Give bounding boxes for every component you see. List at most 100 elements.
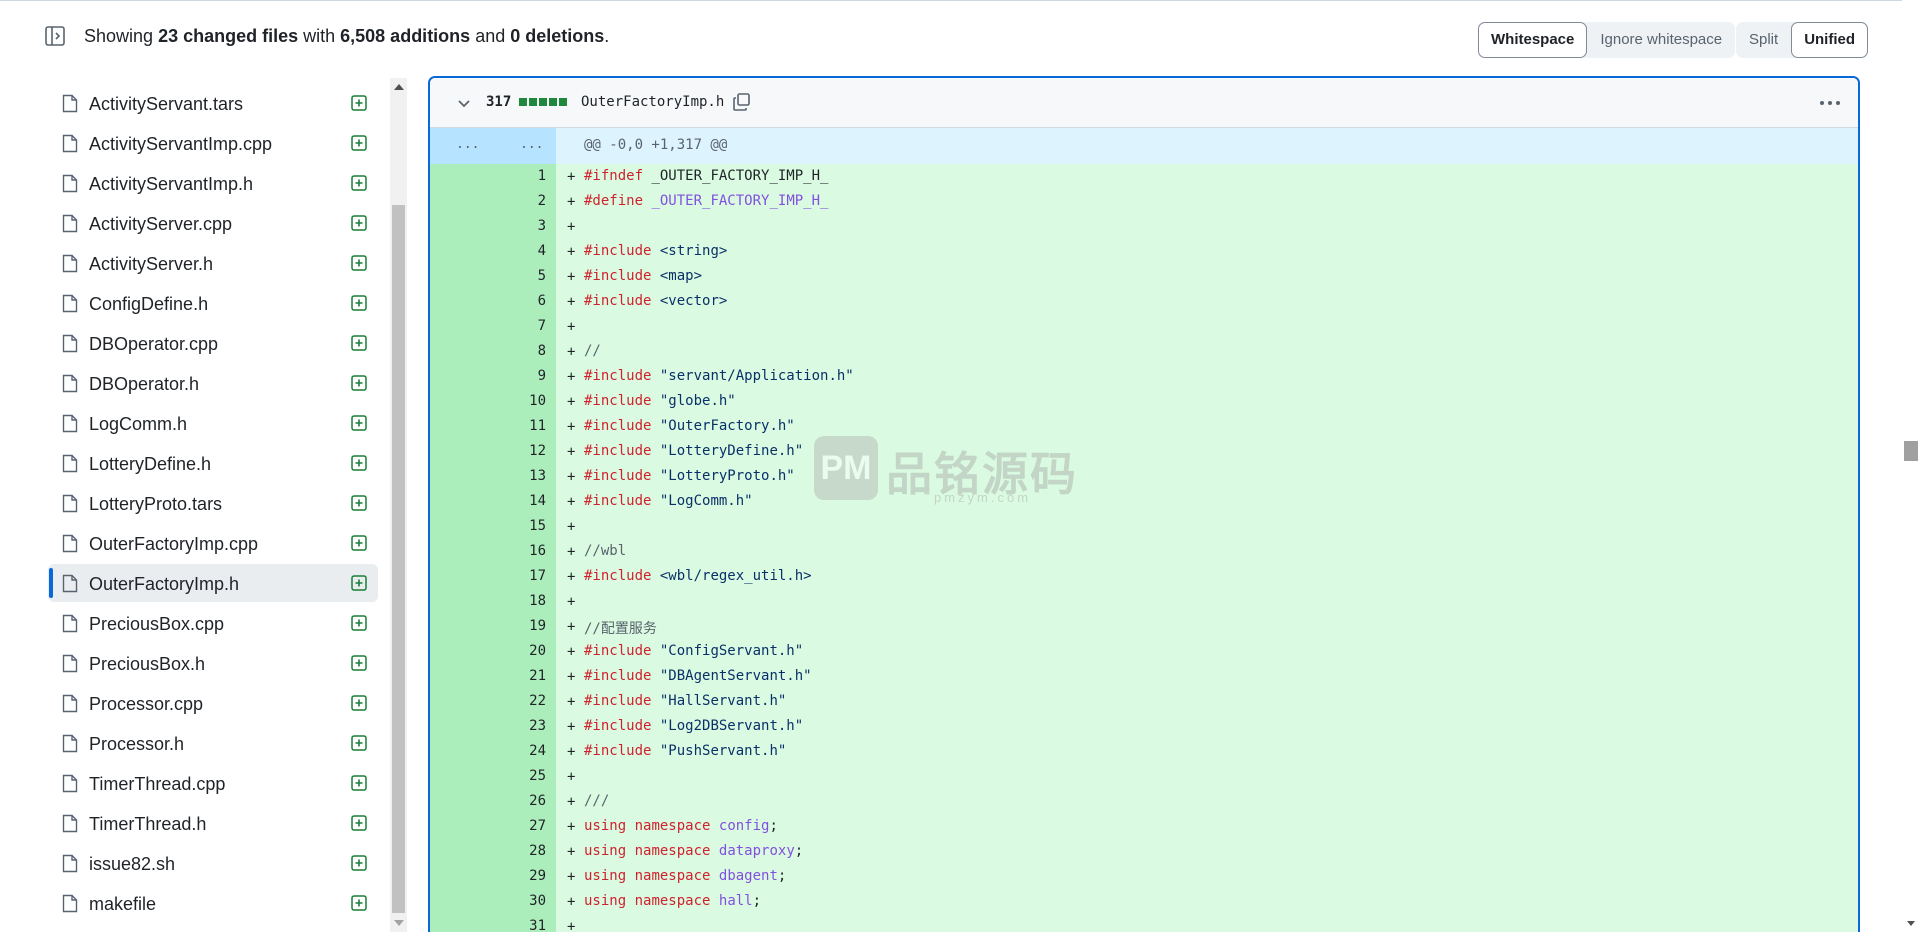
line-number[interactable]: 17 — [430, 568, 546, 584]
file-tree-item[interactable]: TimerThread.cpp — [48, 764, 378, 802]
file-tree-item[interactable]: issue82.sh — [48, 844, 378, 882]
code-token: "OuterFactory.h" — [659, 418, 795, 434]
line-number[interactable]: 26 — [430, 793, 546, 809]
addition-marker: + — [567, 344, 576, 360]
file-icon — [62, 214, 78, 233]
file-tree-item[interactable]: DBOperator.h — [48, 364, 378, 402]
line-number[interactable]: 23 — [430, 718, 546, 734]
addition-marker: + — [567, 869, 576, 885]
file-tree-item-label: PreciousBox.cpp — [89, 614, 225, 634]
code-text: #include "HallServant.h" — [584, 693, 786, 709]
line-number[interactable]: 7 — [430, 318, 546, 334]
file-tree-item-label: issue82.sh — [89, 854, 176, 874]
file-path-link[interactable]: OuterFactoryImp.h — [581, 94, 724, 110]
file-tree-item[interactable]: LotteryProto.tars — [48, 484, 378, 522]
page-scrollbar[interactable] — [1902, 0, 1920, 932]
scroll-up-arrow-icon[interactable] — [394, 84, 404, 90]
file-tree-item[interactable]: ActivityServantImp.h — [48, 164, 378, 202]
file-icon — [62, 574, 78, 593]
line-number[interactable]: 10 — [430, 393, 546, 409]
file-tree-item[interactable]: LotteryDefine.h — [48, 444, 378, 482]
file-tree-item[interactable]: ActivityServant.tars — [48, 84, 378, 122]
line-number[interactable]: 5 — [430, 268, 546, 284]
file-tree-item[interactable]: OuterFactoryImp.h — [48, 564, 378, 602]
line-number[interactable]: 16 — [430, 543, 546, 559]
diff-line: 14 + #include "LogComm.h" — [430, 489, 1858, 514]
file-tree-item[interactable]: ActivityServer.h — [48, 244, 378, 282]
line-number[interactable]: 2 — [430, 193, 546, 209]
line-number[interactable]: 29 — [430, 868, 546, 884]
file-tree-item[interactable]: PreciousBox.cpp — [48, 604, 378, 642]
file-tree-item[interactable]: PreciousBox.h — [48, 644, 378, 682]
file-tree-item[interactable]: OuterFactoryImp.cpp — [48, 524, 378, 562]
chevron-down-icon[interactable] — [456, 95, 472, 111]
line-number[interactable]: 12 — [430, 443, 546, 459]
scrollbar-thumb[interactable] — [392, 205, 405, 913]
split-view-button[interactable]: Split — [1736, 22, 1791, 58]
diff-added-icon — [351, 695, 367, 711]
file-tree-item[interactable]: Processor.h — [48, 724, 378, 762]
code-text: //wbl — [584, 543, 626, 559]
file-tree-scrollbar[interactable] — [390, 78, 407, 932]
expand-up-icon[interactable]: ... — [456, 137, 479, 152]
line-number[interactable]: 22 — [430, 693, 546, 709]
unified-view-button[interactable]: Unified — [1791, 22, 1869, 58]
code-token: #include — [584, 693, 652, 709]
file-tree-item[interactable]: DBOperator.cpp — [48, 324, 378, 362]
line-number[interactable]: 8 — [430, 343, 546, 359]
file-icon — [62, 854, 78, 873]
line-number[interactable]: 25 — [430, 768, 546, 784]
line-number[interactable]: 18 — [430, 593, 546, 609]
code-text: using namespace hall; — [584, 893, 761, 909]
line-number[interactable]: 31 — [430, 918, 546, 932]
file-tree-item[interactable]: LogComm.h — [48, 404, 378, 442]
line-number[interactable]: 28 — [430, 843, 546, 859]
diff-line: 13 + #include "LotteryProto.h" — [430, 464, 1858, 489]
file-tree-item[interactable]: ActivityServantImp.cpp — [48, 124, 378, 162]
line-number[interactable]: 11 — [430, 418, 546, 434]
line-number[interactable]: 21 — [430, 668, 546, 684]
file-icon — [62, 94, 78, 113]
line-number[interactable]: 9 — [430, 368, 546, 384]
file-tree-item[interactable]: ConfigDefine.h — [48, 284, 378, 322]
ignore-whitespace-button[interactable]: Ignore whitespace — [1587, 22, 1735, 58]
line-number[interactable]: 13 — [430, 468, 546, 484]
sidebar-expand-icon[interactable] — [44, 25, 66, 47]
code-token: #include — [584, 568, 652, 584]
file-tree-item[interactable]: TimerThread.h — [48, 804, 378, 842]
page-scrollbar-thumb[interactable] — [1904, 441, 1918, 461]
line-number[interactable]: 20 — [430, 643, 546, 659]
line-number[interactable]: 3 — [430, 218, 546, 234]
code-token: // — [584, 343, 601, 359]
line-number[interactable]: 15 — [430, 518, 546, 534]
addition-marker: + — [567, 794, 576, 810]
addition-marker: + — [567, 719, 576, 735]
diff-added-icon — [351, 775, 367, 791]
line-number[interactable]: 14 — [430, 493, 546, 509]
line-number[interactable]: 19 — [430, 618, 546, 634]
whitespace-button[interactable]: Whitespace — [1478, 22, 1588, 58]
line-number[interactable]: 30 — [430, 893, 546, 909]
line-number[interactable]: 6 — [430, 293, 546, 309]
file-tree-item[interactable]: Processor.cpp — [48, 684, 378, 722]
expand-down-icon[interactable]: ... — [520, 137, 543, 152]
diff-line: 9 + #include "servant/Application.h" — [430, 364, 1858, 389]
code-text: using namespace dbagent; — [584, 868, 786, 884]
line-number[interactable]: 1 — [430, 168, 546, 184]
kebab-horizontal-icon[interactable] — [1818, 94, 1842, 112]
file-tree-item[interactable]: ActivityServer.cpp — [48, 204, 378, 242]
page-scroll-down-icon[interactable] — [1907, 921, 1915, 926]
line-number[interactable]: 4 — [430, 243, 546, 259]
copy-icon[interactable] — [732, 92, 752, 112]
line-number[interactable]: 24 — [430, 743, 546, 759]
code-token: namespace — [634, 893, 711, 909]
file-tree-item[interactable]: makefile — [48, 884, 378, 922]
line-number[interactable]: 27 — [430, 818, 546, 834]
scroll-down-arrow-icon[interactable] — [394, 920, 404, 926]
